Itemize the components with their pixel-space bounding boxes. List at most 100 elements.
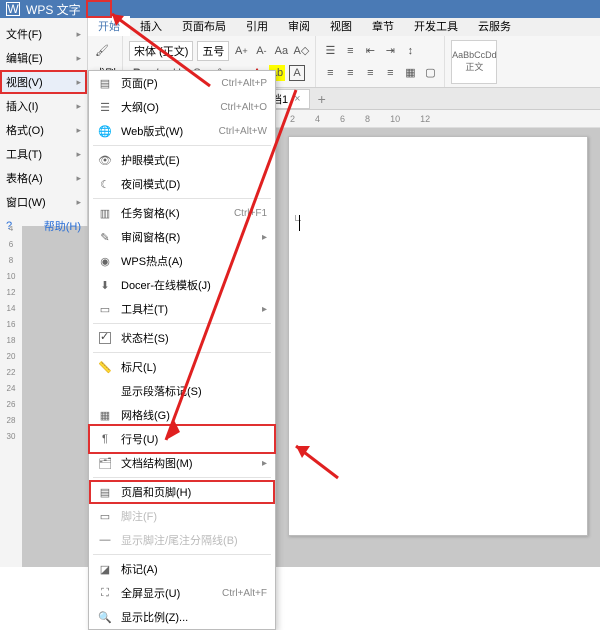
view-menu-item[interactable]: ▤页眉和页脚(H) bbox=[89, 480, 275, 504]
view-menu-item[interactable]: ▭工具栏(T)▸ bbox=[89, 297, 275, 321]
menu-item-label: 全屏显示(U) bbox=[121, 585, 214, 601]
file-menu-format[interactable]: 格式(O)▸ bbox=[0, 118, 87, 142]
file-menu-label: 视图(V) bbox=[6, 74, 43, 90]
file-menu-label: 窗口(W) bbox=[6, 194, 46, 210]
menu-item-label: 大纲(O) bbox=[121, 99, 212, 115]
clear-format-icon[interactable]: A◇ bbox=[293, 43, 309, 59]
menu-separator bbox=[93, 352, 271, 353]
tab-page-layout[interactable]: 页面布局 bbox=[172, 16, 236, 36]
align-center-icon[interactable]: ≡ bbox=[342, 65, 358, 81]
file-menu-window[interactable]: 窗口(W)▸ bbox=[0, 190, 87, 214]
grid-icon: ▦ bbox=[97, 407, 113, 423]
view-menu-item[interactable]: ◪标记(A) bbox=[89, 557, 275, 581]
file-menu-edit[interactable]: 编辑(E)▸ bbox=[0, 46, 87, 70]
increase-indent-icon[interactable]: ⇥ bbox=[382, 43, 398, 59]
menu-item-label: 护眼模式(E) bbox=[121, 152, 267, 168]
menu-separator bbox=[93, 554, 271, 555]
close-tab-icon[interactable]: × bbox=[294, 93, 300, 105]
markup-icon: ◪ bbox=[97, 561, 113, 577]
blank-icon bbox=[97, 330, 113, 346]
bullets-icon[interactable]: ☰ bbox=[322, 43, 338, 59]
file-menu-label: 帮助(H) bbox=[44, 218, 81, 234]
view-menu-item[interactable]: 🔍显示比例(Z)... bbox=[89, 605, 275, 629]
view-menu-item: —显示脚注/尾注分隔线(B) bbox=[89, 528, 275, 552]
align-left-icon[interactable]: ≡ bbox=[322, 65, 338, 81]
shrink-font-icon[interactable]: A- bbox=[253, 43, 269, 59]
character-border-icon[interactable]: A bbox=[289, 65, 305, 81]
new-tab-icon[interactable]: + bbox=[318, 91, 326, 107]
decrease-indent-icon[interactable]: ⇤ bbox=[362, 43, 378, 59]
lineno-icon: ¶ bbox=[97, 431, 113, 447]
page-icon: ▤ bbox=[97, 75, 113, 91]
borders-icon[interactable]: ▢ bbox=[422, 65, 438, 81]
tab-cloud[interactable]: 云服务 bbox=[468, 16, 521, 36]
menu-item-label: 显示脚注/尾注分隔线(B) bbox=[121, 532, 267, 548]
view-menu-item[interactable]: ⛶全屏显示(U)Ctrl+Alt+F bbox=[89, 581, 275, 605]
tab-chapter[interactable]: 章节 bbox=[362, 16, 404, 36]
menu-item-shortcut: Ctrl+F1 bbox=[234, 208, 267, 219]
view-menu-item[interactable]: ◉WPS热点(A) bbox=[89, 249, 275, 273]
view-menu-item[interactable]: ¶ 行号(U) bbox=[89, 427, 275, 451]
text-cursor bbox=[299, 215, 300, 231]
view-menu-item[interactable]: 显示段落标记(S) bbox=[89, 379, 275, 403]
file-menu-label: 格式(O) bbox=[6, 122, 44, 138]
menu-item-label: 文档结构图(M) bbox=[121, 455, 254, 471]
view-menu-item[interactable]: ▥任务窗格(K)Ctrl+F1 bbox=[89, 201, 275, 225]
view-menu-item[interactable]: ☾夜间模式(D) bbox=[89, 172, 275, 196]
tab-insert[interactable]: 插入 bbox=[130, 16, 172, 36]
view-menu-item[interactable]: 📏标尺(L) bbox=[89, 355, 275, 379]
vruler-20: 20 bbox=[7, 352, 16, 361]
view-menu-item[interactable]: ⬇Docer-在线模板(J) bbox=[89, 273, 275, 297]
menu-item-label: 页面(P) bbox=[121, 75, 213, 91]
tab-review[interactable]: 审阅 bbox=[278, 16, 320, 36]
file-menu: 文件(F)▸ 编辑(E)▸ 视图(V)▸ 插入(I)▸ 格式(O)▸ 工具(T)… bbox=[0, 18, 88, 226]
view-menu-item[interactable]: ☰大纲(O)Ctrl+Alt+O bbox=[89, 95, 275, 119]
view-menu-item[interactable]: ✎审阅窗格(R)▸ bbox=[89, 225, 275, 249]
checkmark-icon bbox=[99, 332, 111, 344]
toolbar-icon: ▭ bbox=[97, 301, 113, 317]
view-menu-item[interactable]: 👁 护眼模式(E) bbox=[89, 148, 275, 172]
vruler-12: 12 bbox=[7, 288, 16, 297]
menu-item-label: 行号(U) bbox=[121, 431, 267, 447]
document-page[interactable] bbox=[288, 136, 588, 536]
tab-references[interactable]: 引用 bbox=[236, 16, 278, 36]
tab-developer[interactable]: 开发工具 bbox=[404, 16, 468, 36]
font-name-select[interactable]: 宋体 (正文) bbox=[129, 41, 193, 61]
file-menu-table[interactable]: 表格(A)▸ bbox=[0, 166, 87, 190]
ruler-mark-2: 2 bbox=[290, 114, 295, 124]
chevron-right-icon: ▸ bbox=[262, 304, 267, 315]
file-menu-file[interactable]: 文件(F)▸ bbox=[0, 22, 87, 46]
view-menu-item[interactable]: ▤页面(P)Ctrl+Alt+P bbox=[89, 71, 275, 95]
tab-home[interactable]: 开始 bbox=[88, 16, 130, 36]
numbering-icon[interactable]: ≡ bbox=[342, 43, 358, 59]
shading-icon[interactable]: ▦ bbox=[402, 65, 418, 81]
tab-view[interactable]: 视图 bbox=[320, 16, 362, 36]
grow-font-icon[interactable]: A+ bbox=[233, 43, 249, 59]
menu-item-label: 审阅窗格(R) bbox=[121, 229, 254, 245]
app-title: WPS 文字 bbox=[26, 1, 81, 18]
chevron-right-icon: ▸ bbox=[76, 29, 81, 40]
file-menu-view[interactable]: 视图(V)▸ bbox=[0, 70, 87, 94]
font-size-select[interactable]: 五号 bbox=[197, 41, 229, 61]
app-logo-icon: W bbox=[6, 2, 20, 16]
change-case-icon[interactable]: Aa bbox=[273, 43, 289, 59]
structure-icon: 🗂 bbox=[97, 455, 113, 471]
align-right-icon[interactable]: ≡ bbox=[362, 65, 378, 81]
menu-separator bbox=[93, 323, 271, 324]
ruler-mark-6: 6 bbox=[340, 114, 345, 124]
view-menu-item[interactable]: 🌐Web版式(W)Ctrl+Alt+W bbox=[89, 119, 275, 143]
format-painter-icon[interactable]: 🖌 bbox=[94, 43, 110, 59]
view-menu-item[interactable]: 🗂文档结构图(M)▸ bbox=[89, 451, 275, 475]
page-margin-mark bbox=[295, 215, 301, 221]
view-submenu: ▤页面(P)Ctrl+Alt+P☰大纲(O)Ctrl+Alt+O🌐Web版式(W… bbox=[88, 70, 276, 630]
style-normal[interactable]: AaBbCcDd 正文 bbox=[451, 40, 497, 84]
ruler-mark-10: 10 bbox=[390, 114, 400, 124]
file-menu-tools[interactable]: 工具(T)▸ bbox=[0, 142, 87, 166]
view-menu-item[interactable]: 状态栏(S) bbox=[89, 326, 275, 350]
view-menu-item[interactable]: ▦网格线(G) bbox=[89, 403, 275, 427]
justify-icon[interactable]: ≡ bbox=[382, 65, 398, 81]
eye-icon: 👁 bbox=[97, 152, 113, 168]
line-spacing-icon[interactable]: ↕ bbox=[402, 43, 418, 59]
file-menu-insert[interactable]: 插入(I)▸ bbox=[0, 94, 87, 118]
file-menu-help[interactable]: ?帮助(H) bbox=[0, 214, 87, 238]
